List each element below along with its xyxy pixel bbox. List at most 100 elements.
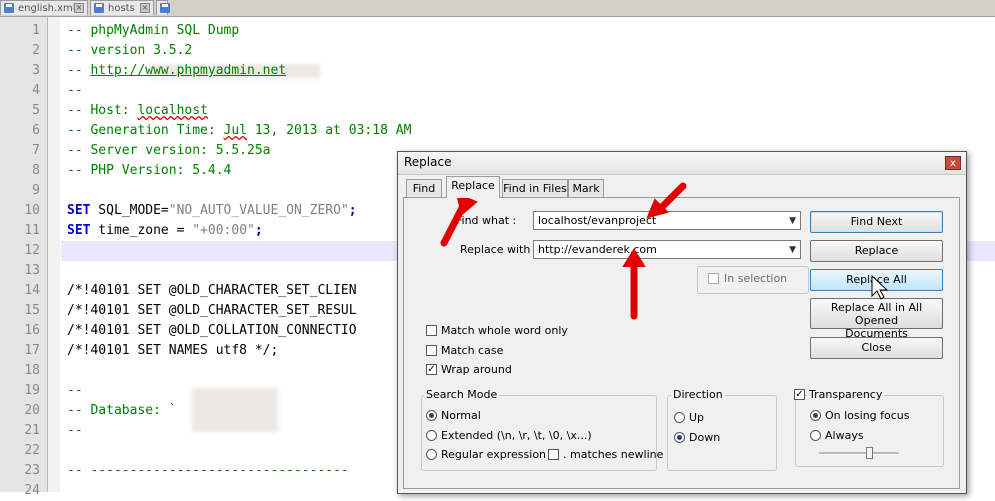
replace-all-button[interactable]: Replace All [810,269,943,291]
in-selection-checkbox[interactable] [708,273,719,284]
tab-find-in-files[interactable]: Find in Files [502,179,568,197]
code-line: -- version 3.5.2 [67,41,192,61]
always-radio[interactable] [810,430,821,441]
code-line: -- phpMyAdmin SQL Dump [67,21,239,41]
code-line: -- http://www.phpmyadmin.net [67,61,286,81]
find-what-input[interactable]: localhost/evanproject ▼ [533,211,801,230]
line-number: 20 [24,403,40,418]
extended-radio[interactable] [426,430,437,441]
on-losing-focus-label: On losing focus [825,409,910,422]
match-whole-word-checkbox[interactable] [426,325,437,336]
line-number: 9 [32,183,40,198]
line-number: 6 [32,123,40,138]
code-line: /*!40101 SET NAMES utf8 */; [67,341,278,361]
code-token: Jul [223,123,248,138]
code-line: /*!40101 SET @OLD_COLLATION_CONNECTIO [67,321,357,341]
code-line: /*!40101 SET @OLD_CHARACTER_SET_CLIEN [67,281,357,301]
tab-mark[interactable]: Mark [568,179,604,197]
code-line: -- Database: ` [67,401,177,421]
code-line: -- --------------------------------- [67,461,349,481]
line-number: 19 [24,383,40,398]
code-line: SET SQL_MODE="NO_AUTO_VALUE_ON_ZERO"; [67,201,357,221]
transparency-checkbox[interactable]: ✓ [794,389,805,400]
file-icon [4,3,14,13]
find-what-value: localhost/evanproject [538,214,657,227]
close-tab-icon[interactable]: × [140,3,150,13]
code-token: /*!40101 SET @OLD_CHARACTER_SET_CLIEN [67,283,357,298]
wrap-around-checkbox[interactable]: ✓ [426,364,437,375]
code-token: "+00:00" [192,223,255,238]
replace-all-in-opened-button[interactable]: Replace All in All Opened Documents [810,298,943,340]
code-token: "NO_AUTO_VALUE_ON_ZERO" [168,203,349,218]
line-number: 7 [32,143,40,158]
line-number: 23 [24,463,40,478]
direction-title: Direction [671,388,725,401]
code-token: /*!40101 SET @OLD_COLLATION_CONNECTIO [67,323,357,338]
tab-label: hosts [108,3,135,14]
code-token: -- Generation Time: [67,123,224,138]
line-number: 10 [24,203,40,218]
code-token: -- [67,423,83,438]
close-button[interactable]: Close [810,337,943,359]
dialog-titlebar[interactable]: Replace x [398,152,966,175]
replace-with-value: http://evanderek.com [538,243,657,256]
code-token: ; [254,223,263,238]
code-line: -- PHP Version: 5.4.4 [67,161,231,181]
code-token: time_zone = [90,223,193,238]
redacted-region [192,388,278,432]
code-token: 13, 2013 at 03:18 AM [247,123,412,138]
code-token: http://www.phpmyadmin.net [90,63,287,78]
match-case-label: Match case [441,344,504,357]
chevron-down-icon[interactable]: ▼ [789,242,796,259]
line-number: 3 [32,63,40,78]
document-tab-english-xml[interactable]: english.xml × [0,0,88,15]
code-line: -- [67,421,83,441]
transparency-title: Transparency [807,388,885,401]
line-number: 11 [24,223,40,238]
search-mode-title: Search Mode [424,388,500,401]
find-next-button[interactable]: Find Next [810,211,943,233]
direction-up-radio[interactable] [674,412,685,423]
tab-find[interactable]: Find [406,179,442,197]
regex-radio[interactable] [426,449,437,460]
transparency-slider-track[interactable] [819,452,899,455]
match-whole-word-label: Match whole word only [441,324,568,337]
replace-with-label: Replace with : [460,243,538,256]
code-line: -- Generation Time: Jul 13, 2013 at 03:1… [67,121,411,141]
chevron-down-icon[interactable]: ▼ [789,213,796,230]
code-line: /*!40101 SET @OLD_CHARACTER_SET_RESUL [67,301,357,321]
code-line: SET time_zone = "+00:00"; [67,221,263,241]
on-losing-focus-radio[interactable] [810,410,821,421]
match-case-checkbox[interactable] [426,345,437,356]
code-token: -- Server version: 5.5.25a [67,143,271,158]
direction-down-radio[interactable] [674,432,685,443]
normal-label: Normal [441,409,481,422]
replace-with-input[interactable]: http://evanderek.com ▼ [533,240,801,259]
matches-newline-label: . matches newline [563,448,664,461]
fold-margin [48,17,60,492]
transparency-slider-thumb[interactable] [866,447,873,459]
dialog-title: Replace [404,155,452,169]
line-number: 16 [24,323,40,338]
code-token: ; [348,203,357,218]
line-number: 24 [24,483,40,498]
code-token: -- [67,63,91,78]
document-tab-hosts[interactable]: hosts × [90,0,154,15]
replace-button[interactable]: Replace [810,240,943,262]
document-tab-partial[interactable] [156,0,170,15]
code-token: localhost [137,103,208,118]
line-number: 8 [32,163,40,178]
code-token: -- PHP Version: 5.4.4 [67,163,232,178]
normal-radio[interactable] [426,410,437,421]
code-token: SQL_MODE= [90,203,169,218]
extended-label: Extended (\n, \r, \t, \0, \x...) [441,429,592,442]
code-line: -- [67,381,83,401]
matches-newline-checkbox[interactable] [548,449,559,460]
code-line: -- Server version: 5.5.25a [67,141,271,161]
close-icon[interactable]: x [945,156,961,170]
code-line: -- [67,81,83,101]
tab-replace[interactable]: Replace [446,176,500,198]
close-tab-icon[interactable]: × [74,3,84,13]
direction-down-label: Down [689,431,721,444]
code-token: -- phpMyAdmin SQL Dump [67,23,240,38]
